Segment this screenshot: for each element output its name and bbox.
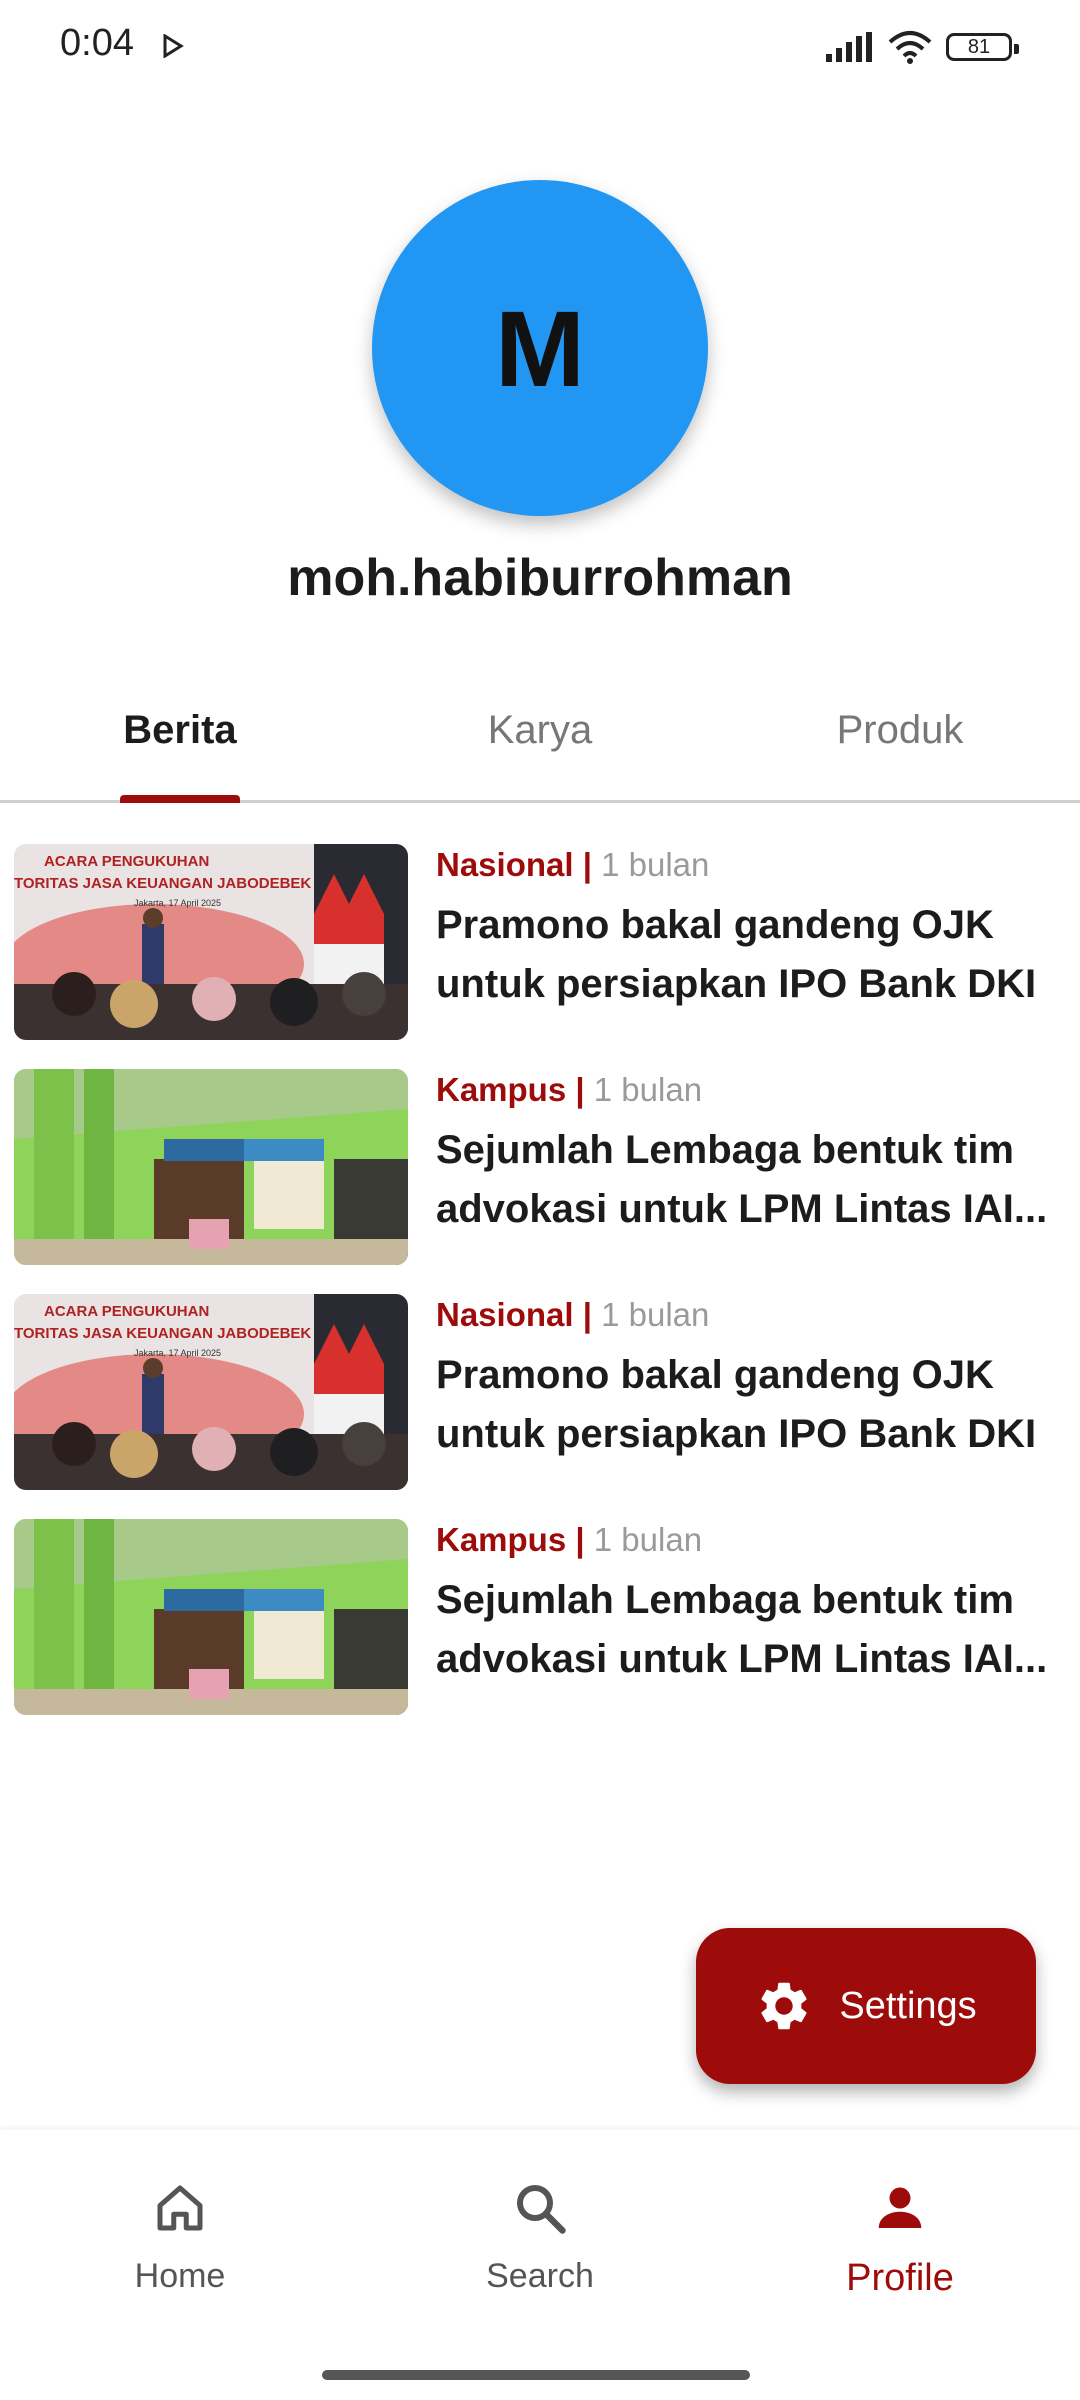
status-bar: 0:04 81 xyxy=(0,0,1080,100)
nav-search[interactable]: Search xyxy=(360,2178,720,2296)
meta-separator: | xyxy=(575,1071,585,1108)
meta-separator: | xyxy=(575,1521,585,1558)
article-time: 1 bulan xyxy=(593,1071,703,1108)
thumb-caption: TORITAS JASA KEUANGAN JABODEBEK xyxy=(14,875,311,892)
signal-icon xyxy=(826,32,872,62)
play-store-icon xyxy=(163,34,184,58)
battery-level: 81 xyxy=(967,35,991,58)
search-icon xyxy=(517,2185,566,2234)
tab-produk[interactable]: Produk xyxy=(720,680,1080,800)
thumb-caption: ACARA PENGUKUHAN xyxy=(44,853,209,870)
nav-profile[interactable]: Profile xyxy=(720,2178,1080,2300)
article-meta: Nasional | 1 bulan xyxy=(436,846,709,884)
status-time: 0:04 xyxy=(60,22,134,64)
article-meta: Kampus | 1 bulan xyxy=(436,1071,702,1109)
thumb-caption: Jakarta, 17 April 2025 xyxy=(134,1348,221,1358)
article-title: Sejumlah Lembaga bentuk tim advokasi unt… xyxy=(436,1128,1048,1231)
system-icons: 81 xyxy=(826,30,1019,64)
avatar: M xyxy=(372,180,708,516)
meta-separator: | xyxy=(582,1296,592,1333)
list-item[interactable]: ACARA PENGUKUHAN TORITAS JASA KEUANGAN J… xyxy=(0,1290,1080,1490)
nav-label: Profile xyxy=(846,2257,954,2299)
gesture-bar[interactable] xyxy=(322,2370,750,2380)
meta-separator: | xyxy=(582,846,592,883)
wifi-icon xyxy=(888,31,932,64)
tab-bar: Berita Karya Produk xyxy=(0,680,1080,803)
article-thumbnail: ACARA PENGUKUHAN TORITAS JASA KEUANGAN J… xyxy=(14,844,408,1040)
tab-berita[interactable]: Berita xyxy=(0,680,360,803)
tab-karya[interactable]: Karya xyxy=(360,680,720,800)
article-meta: Nasional | 1 bulan xyxy=(436,1296,709,1334)
article-title: Pramono bakal gandeng OJK untuk persiapk… xyxy=(436,1353,1037,1456)
settings-button[interactable]: Settings xyxy=(696,1928,1036,2084)
thumb-caption: TORITAS JASA KEUANGAN JABODEBEK xyxy=(14,1325,311,1342)
tab-label: Produk xyxy=(836,708,964,752)
tab-label: Berita xyxy=(123,708,237,752)
username: moh.habiburrohman xyxy=(287,549,793,607)
tab-label: Karya xyxy=(487,708,593,752)
article-time: 1 bulan xyxy=(601,846,710,883)
thumb-caption: Jakarta, 17 April 2025 xyxy=(134,898,221,908)
tab-indicator xyxy=(120,795,240,803)
article-thumbnail: ACARA PENGUKUHAN TORITAS JASA KEUANGAN J… xyxy=(14,1294,408,1490)
nav-label: Search xyxy=(486,2257,594,2295)
article-category: Nasional xyxy=(436,846,574,883)
gear-icon xyxy=(761,1982,807,2030)
home-icon xyxy=(157,2185,203,2231)
list-item[interactable]: Kampus | 1 bulan Sejumlah Lembaga bentuk… xyxy=(0,1065,1080,1265)
article-category: Nasional xyxy=(436,1296,574,1333)
article-thumbnail xyxy=(14,1519,408,1715)
nav-home[interactable]: Home xyxy=(0,2178,360,2296)
thumb-caption: ACARA PENGUKUHAN xyxy=(44,1303,209,1320)
list-item[interactable]: Kampus | 1 bulan Sejumlah Lembaga bentuk… xyxy=(0,1515,1080,1715)
person-icon xyxy=(878,2187,922,2228)
settings-label: Settings xyxy=(839,1984,977,2027)
article-time: 1 bulan xyxy=(601,1296,710,1333)
nav-label: Home xyxy=(134,2257,226,2295)
avatar-initial: M xyxy=(495,287,585,409)
article-title: Pramono bakal gandeng OJK untuk persiapk… xyxy=(436,903,1037,1006)
article-title: Sejumlah Lembaga bentuk tim advokasi unt… xyxy=(436,1578,1048,1681)
article-time: 1 bulan xyxy=(593,1521,703,1558)
list-item[interactable]: ACARA PENGUKUHAN TORITAS JASA KEUANGAN J… xyxy=(0,840,1080,1040)
bottom-nav: Home Search Profile xyxy=(0,2130,1080,2400)
article-thumbnail xyxy=(14,1069,408,1265)
article-meta: Kampus | 1 bulan xyxy=(436,1521,702,1559)
battery-icon: 81 xyxy=(946,33,1019,61)
article-category: Kampus xyxy=(436,1521,567,1558)
article-category: Kampus xyxy=(436,1071,567,1108)
